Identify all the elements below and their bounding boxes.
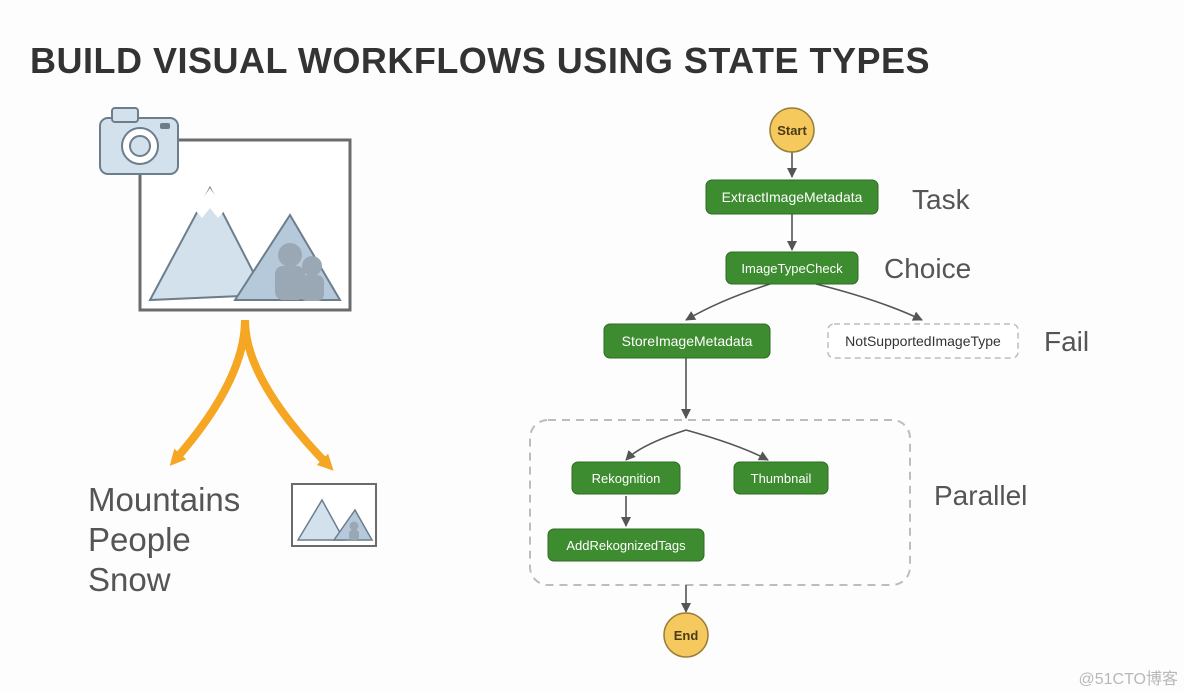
node-fail: NotSupportedImageType	[828, 324, 1018, 358]
svg-text:AddRekognizedTags: AddRekognizedTags	[566, 538, 686, 553]
node-store: StoreImageMetadata	[604, 324, 770, 358]
svg-text:StoreImageMetadata: StoreImageMetadata	[622, 333, 753, 349]
watermark: @51CTO博客	[1078, 665, 1178, 689]
start-node: Start	[770, 108, 814, 152]
svg-text:End: End	[674, 628, 699, 643]
node-extract: ExtractImageMetadata	[706, 180, 878, 214]
node-add-tags: AddRekognizedTags	[548, 529, 704, 561]
svg-text:NotSupportedImageType: NotSupportedImageType	[845, 333, 1001, 349]
svg-text:ImageTypeCheck: ImageTypeCheck	[741, 261, 843, 276]
annot-fail: Fail	[1044, 326, 1089, 358]
node-check: ImageTypeCheck	[726, 252, 858, 284]
svg-text:Thumbnail: Thumbnail	[751, 471, 812, 486]
annot-parallel: Parallel	[934, 480, 1027, 512]
annot-choice: Choice	[884, 253, 971, 285]
node-rekognition: Rekognition	[572, 462, 680, 494]
svg-text:ExtractImageMetadata: ExtractImageMetadata	[722, 189, 863, 205]
end-node: End	[664, 613, 708, 657]
node-thumbnail: Thumbnail	[734, 462, 828, 494]
slide: { "title": "BUILD VISUAL WORKFLOWS USING…	[0, 0, 1184, 693]
annot-task: Task	[912, 184, 970, 216]
svg-text:Rekognition: Rekognition	[592, 471, 661, 486]
flowchart: Start End ExtractImageMetadata ImageType…	[0, 0, 1184, 693]
svg-text:Start: Start	[777, 123, 807, 138]
